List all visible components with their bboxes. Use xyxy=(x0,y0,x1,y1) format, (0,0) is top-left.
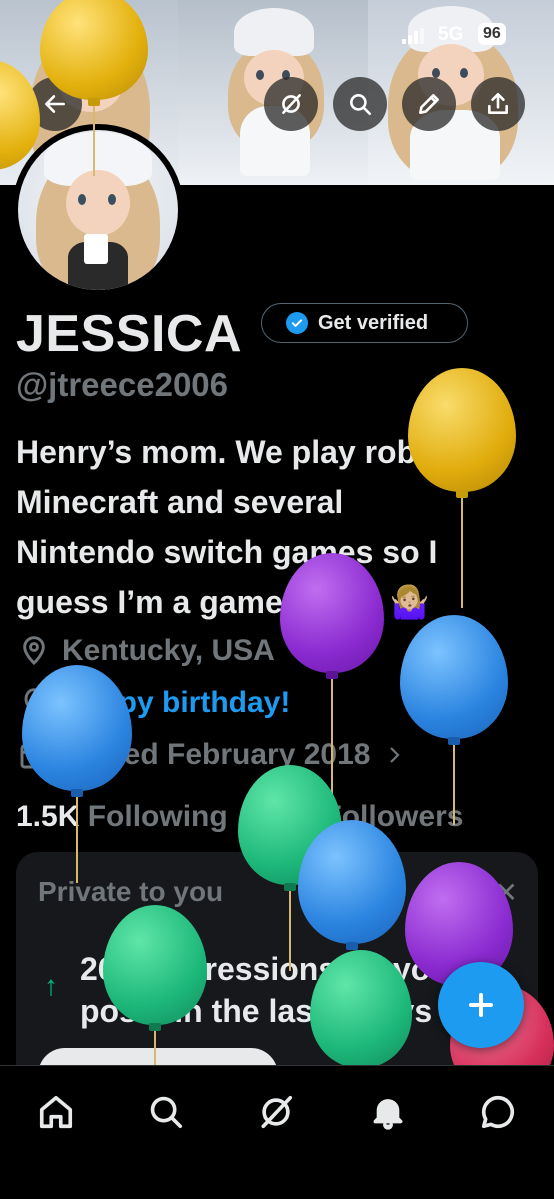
back-button[interactable] xyxy=(28,77,82,131)
joined-text: Joined February 2018 xyxy=(62,738,371,771)
bio-line: Henry’s mom. We play roblox, xyxy=(16,434,472,470)
profile-handle: @jtreece2006 xyxy=(16,366,229,403)
birthday-text: Happy birthday! xyxy=(62,686,291,719)
network-label: 5G xyxy=(438,24,464,45)
profile-birthday: Happy birthday! xyxy=(18,686,290,720)
close-icon[interactable]: ✕ xyxy=(495,876,518,909)
home-icon xyxy=(39,1095,73,1129)
calendar-icon xyxy=(20,743,48,769)
grok-icon xyxy=(261,1095,293,1129)
location-text: Kentucky, USA xyxy=(62,634,275,667)
battery-indicator: 96 xyxy=(478,23,506,45)
grok-button[interactable] xyxy=(264,77,318,131)
bio-line: Nintendo switch games so I xyxy=(16,534,438,570)
profile-bio: Henry’s mom. We play roblox, Minecraft a… xyxy=(16,427,546,627)
profile-name: JESSICA xyxy=(16,305,243,363)
bottom-navigation xyxy=(0,1065,554,1199)
follow-stats: 1.5K Following 1.7K Followers xyxy=(16,800,463,834)
nav-search[interactable] xyxy=(144,1090,188,1134)
nav-home[interactable] xyxy=(34,1090,78,1134)
location-pin-icon xyxy=(23,636,45,666)
search-icon xyxy=(150,1096,183,1129)
notifications-icon xyxy=(373,1099,403,1130)
get-verified-label: Get verified xyxy=(318,311,429,334)
share-icon xyxy=(488,92,508,114)
chevron-right-icon xyxy=(390,747,401,763)
avatar[interactable] xyxy=(12,124,184,296)
messages-icon xyxy=(481,1095,515,1129)
get-verified-button[interactable]: Get verified xyxy=(261,303,468,343)
profile-joined[interactable]: Joined February 2018 xyxy=(18,738,406,772)
bio-line: guess I’m a gamer mom 🤷🏼‍♀️ xyxy=(16,584,430,620)
status-time: 8:51 xyxy=(64,22,107,45)
verified-badge-icon xyxy=(286,312,308,334)
balloon-icon xyxy=(24,688,44,717)
nav-grok[interactable] xyxy=(254,1090,298,1134)
pencil-icon xyxy=(419,94,439,114)
search-icon xyxy=(350,94,372,116)
nav-messages[interactable] xyxy=(476,1090,520,1134)
status-bar: 8:51 5G 96 xyxy=(0,22,554,52)
edit-button[interactable] xyxy=(402,77,456,131)
signal-icon xyxy=(402,28,424,44)
card-title: Private to you xyxy=(38,876,224,907)
followers-link[interactable]: 1.7K Followers xyxy=(252,800,464,834)
bio-line: Minecraft and several xyxy=(16,484,344,520)
share-button[interactable] xyxy=(471,77,525,131)
trend-up-icon: ↑ xyxy=(44,970,58,1001)
avatar-image xyxy=(18,130,178,290)
search-button[interactable] xyxy=(333,77,387,131)
following-link[interactable]: 1.5K Following xyxy=(16,800,228,834)
profile-location: Kentucky, USA xyxy=(18,634,275,668)
grok-icon xyxy=(282,94,301,114)
plus-icon xyxy=(469,993,493,1017)
back-arrow-icon xyxy=(45,95,65,113)
compose-button[interactable] xyxy=(438,962,524,1048)
nav-notifications[interactable] xyxy=(366,1090,410,1134)
